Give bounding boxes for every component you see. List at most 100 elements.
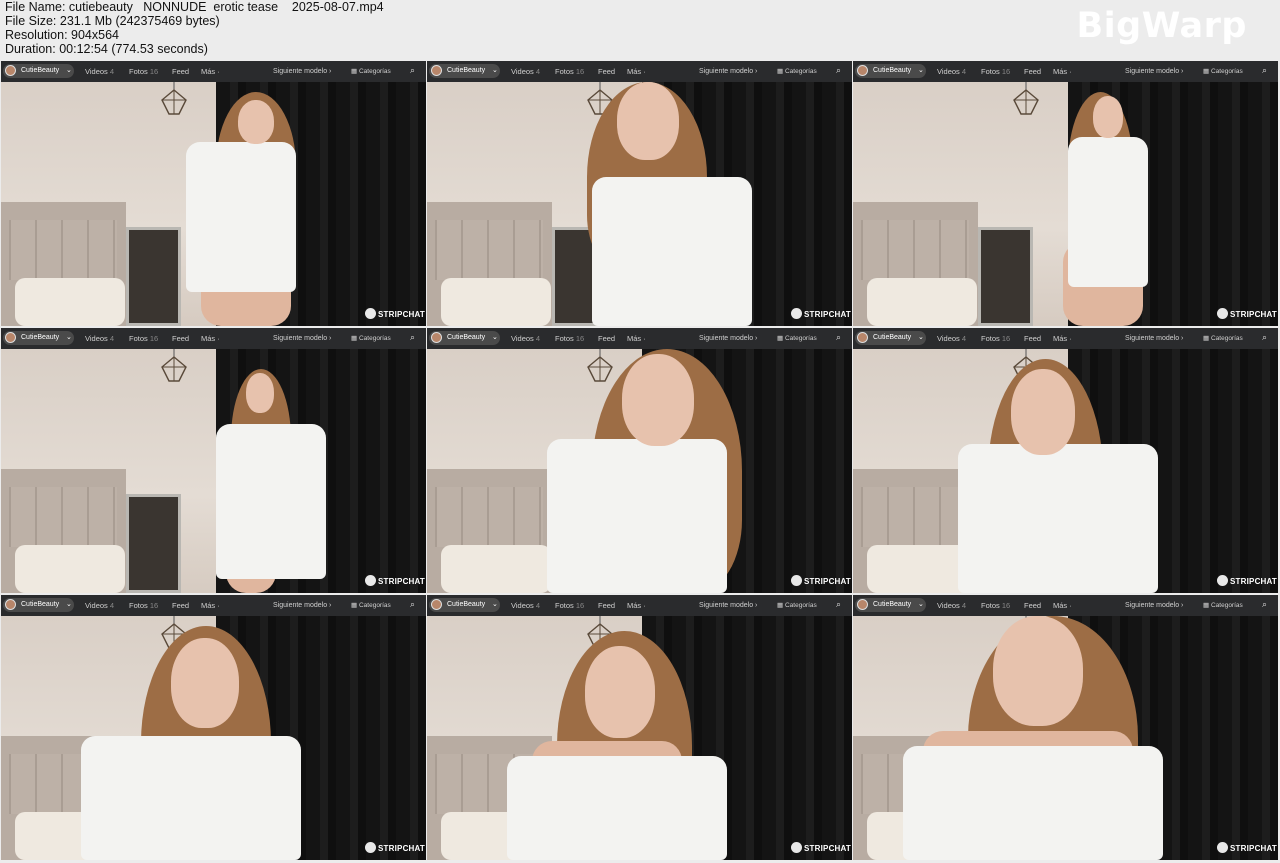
- nav-mas[interactable]: Más ·: [201, 334, 220, 343]
- video-thumbnail[interactable]: CutieBeauty ⌄ Videos 4 Fotos 16 Feed Más…: [853, 61, 1278, 326]
- nav-fotos[interactable]: Fotos 16: [981, 601, 1010, 610]
- model-selector[interactable]: CutieBeauty ⌄: [429, 64, 500, 78]
- video-thumbnail[interactable]: CutieBeauty ⌄ Videos 4 Fotos 16 Feed Más…: [1, 61, 426, 326]
- nav-fotos[interactable]: Fotos 16: [981, 67, 1010, 76]
- model-selector[interactable]: CutieBeauty ⌄: [429, 331, 500, 345]
- search-icon[interactable]: ⌕: [410, 65, 415, 76]
- nav-mas[interactable]: Más ·: [627, 67, 646, 76]
- model-selector[interactable]: CutieBeauty ⌄: [855, 598, 926, 612]
- pillow: [15, 545, 125, 593]
- video-thumbnail[interactable]: CutieBeauty ⌄ Videos 4 Fotos 16 Feed Más…: [1, 595, 426, 860]
- mirror: [126, 494, 181, 593]
- model-selector[interactable]: CutieBeauty ⌄: [855, 64, 926, 78]
- nav-feed[interactable]: Feed: [598, 601, 615, 610]
- categories-button[interactable]: ▦ Categorías: [351, 334, 391, 342]
- search-icon[interactable]: ⌕: [410, 599, 415, 610]
- file-name: File Name: cutiebeauty NONNUDE erotic te…: [5, 0, 384, 14]
- nav-videos[interactable]: Videos 4: [511, 334, 540, 343]
- nav-fotos[interactable]: Fotos 16: [129, 334, 158, 343]
- nav-mas[interactable]: Más ·: [1053, 67, 1072, 76]
- video-thumbnail[interactable]: CutieBeauty ⌄ Videos 4 Fotos 16 Feed Más…: [853, 328, 1278, 593]
- chevron-down-icon: ⌄: [66, 334, 72, 341]
- nav-fotos[interactable]: Fotos 16: [555, 334, 584, 343]
- nav-fotos[interactable]: Fotos 16: [129, 67, 158, 76]
- grid-icon: ▦: [1203, 335, 1210, 342]
- nav-videos[interactable]: Videos 4: [937, 67, 966, 76]
- next-model-link[interactable]: Siguiente modelo ›: [699, 68, 757, 75]
- categories-button[interactable]: ▦ Categorías: [351, 601, 391, 609]
- next-model-link[interactable]: Siguiente modelo ›: [273, 602, 331, 609]
- search-icon[interactable]: ⌕: [410, 332, 415, 343]
- model-name: CutieBeauty: [873, 334, 912, 341]
- next-model-link[interactable]: Siguiente modelo ›: [699, 602, 757, 609]
- nav-mas[interactable]: Más ·: [627, 601, 646, 610]
- nav-fotos[interactable]: Fotos 16: [555, 601, 584, 610]
- nav-mas[interactable]: Más ·: [1053, 334, 1072, 343]
- next-model-link[interactable]: Siguiente modelo ›: [273, 68, 331, 75]
- categories-button[interactable]: ▦ Categorías: [1203, 67, 1243, 75]
- nav-videos[interactable]: Videos 4: [85, 601, 114, 610]
- categories-button[interactable]: ▦ Categorías: [777, 67, 817, 75]
- nav-fotos[interactable]: Fotos 16: [555, 67, 584, 76]
- face: [585, 646, 655, 738]
- nav-videos[interactable]: Videos 4: [937, 334, 966, 343]
- nav-videos[interactable]: Videos 4: [511, 601, 540, 610]
- nav-feed[interactable]: Feed: [172, 601, 189, 610]
- model-name: CutieBeauty: [873, 67, 912, 74]
- nav-fotos[interactable]: Fotos 16: [129, 601, 158, 610]
- nav-feed[interactable]: Feed: [598, 334, 615, 343]
- nav-videos[interactable]: Videos 4: [511, 67, 540, 76]
- nav-feed[interactable]: Feed: [1024, 67, 1041, 76]
- nav-feed[interactable]: Feed: [1024, 601, 1041, 610]
- nav-videos[interactable]: Videos 4: [85, 334, 114, 343]
- video-frame: [853, 349, 1278, 593]
- model-selector[interactable]: CutieBeauty ⌄: [3, 598, 74, 612]
- video-thumbnail[interactable]: CutieBeauty ⌄ Videos 4 Fotos 16 Feed Más…: [853, 595, 1278, 860]
- search-icon[interactable]: ⌕: [836, 599, 841, 610]
- nav-feed[interactable]: Feed: [1024, 334, 1041, 343]
- grid-icon: ▦: [1203, 602, 1210, 609]
- video-thumbnail[interactable]: CutieBeauty ⌄ Videos 4 Fotos 16 Feed Más…: [427, 595, 852, 860]
- stripchat-logo: STRIPCHAT: [791, 842, 851, 853]
- categories-button[interactable]: ▦ Categorías: [351, 67, 391, 75]
- nav-videos[interactable]: Videos 4: [937, 601, 966, 610]
- nav-fotos[interactable]: Fotos 16: [981, 334, 1010, 343]
- nav-mas[interactable]: Más ·: [201, 67, 220, 76]
- white-shirt: [186, 142, 296, 292]
- next-model-link[interactable]: Siguiente modelo ›: [699, 335, 757, 342]
- avatar: [857, 599, 868, 610]
- search-icon[interactable]: ⌕: [1262, 332, 1267, 343]
- next-model-link[interactable]: Siguiente modelo ›: [1125, 335, 1183, 342]
- next-model-link[interactable]: Siguiente modelo ›: [1125, 68, 1183, 75]
- mirror: [126, 227, 181, 326]
- search-icon[interactable]: ⌕: [836, 65, 841, 76]
- categories-button[interactable]: ▦ Categorías: [1203, 334, 1243, 342]
- site-nav-bar: CutieBeauty ⌄ Videos 4 Fotos 16 Feed Más…: [853, 328, 1278, 349]
- nav-videos[interactable]: Videos 4: [85, 67, 114, 76]
- video-thumbnail[interactable]: CutieBeauty ⌄ Videos 4 Fotos 16 Feed Más…: [427, 61, 852, 326]
- video-thumbnail[interactable]: CutieBeauty ⌄ Videos 4 Fotos 16 Feed Más…: [427, 328, 852, 593]
- next-model-link[interactable]: Siguiente modelo ›: [1125, 602, 1183, 609]
- video-thumbnail[interactable]: CutieBeauty ⌄ Videos 4 Fotos 16 Feed Más…: [1, 328, 426, 593]
- next-model-link[interactable]: Siguiente modelo ›: [273, 335, 331, 342]
- face: [1093, 96, 1123, 138]
- model-selector[interactable]: CutieBeauty ⌄: [3, 331, 74, 345]
- categories-button[interactable]: ▦ Categorías: [777, 334, 817, 342]
- model-selector[interactable]: CutieBeauty ⌄: [3, 64, 74, 78]
- avatar: [5, 65, 16, 76]
- categories-button[interactable]: ▦ Categorías: [1203, 601, 1243, 609]
- search-icon[interactable]: ⌕: [836, 332, 841, 343]
- search-icon[interactable]: ⌕: [1262, 599, 1267, 610]
- face: [1011, 369, 1075, 455]
- search-icon[interactable]: ⌕: [1262, 65, 1267, 76]
- nav-mas[interactable]: Más ·: [627, 334, 646, 343]
- nav-mas[interactable]: Más ·: [1053, 601, 1072, 610]
- nav-feed[interactable]: Feed: [172, 67, 189, 76]
- white-shirt: [903, 746, 1163, 860]
- nav-feed[interactable]: Feed: [598, 67, 615, 76]
- model-selector[interactable]: CutieBeauty ⌄: [855, 331, 926, 345]
- nav-feed[interactable]: Feed: [172, 334, 189, 343]
- categories-button[interactable]: ▦ Categorías: [777, 601, 817, 609]
- model-selector[interactable]: CutieBeauty ⌄: [429, 598, 500, 612]
- nav-mas[interactable]: Más ·: [201, 601, 220, 610]
